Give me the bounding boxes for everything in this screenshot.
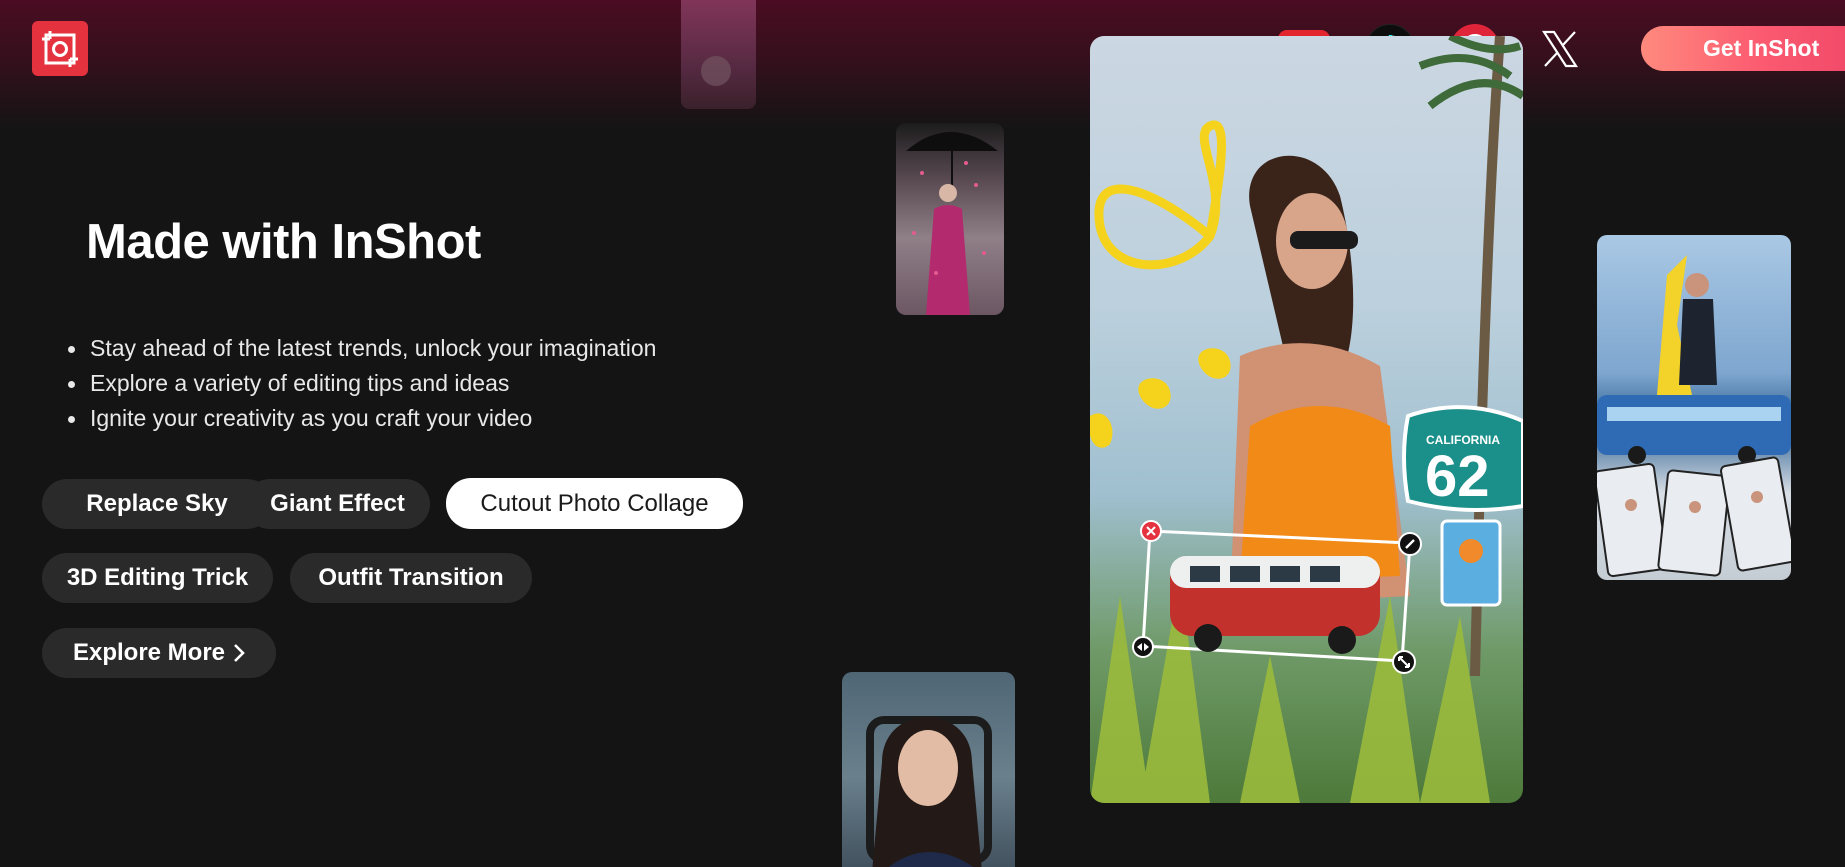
x-icon[interactable] (1535, 24, 1585, 74)
flip-handle-icon[interactable] (1132, 636, 1154, 658)
chevron-right-icon (233, 643, 245, 663)
feature-item: Explore a variety of editing tips and id… (66, 366, 656, 401)
get-inshot-button[interactable]: Get InShot (1641, 26, 1845, 71)
chip-replace-sky[interactable]: Replace Sky (42, 479, 272, 529)
thumbnail-portrait[interactable] (842, 672, 1015, 867)
chip-giant-effect[interactable]: Giant Effect (245, 479, 430, 529)
explore-more-button[interactable]: Explore More (42, 628, 276, 678)
feature-list: Stay ahead of the latest trends, unlock … (66, 331, 656, 436)
thumbnail-figure (701, 56, 731, 86)
bus-collage-scene (1597, 255, 1791, 578)
portrait-scene (866, 716, 992, 867)
delete-handle-icon[interactable] (1140, 520, 1162, 542)
explore-more-label: Explore More (72, 639, 226, 666)
inshot-logo-icon[interactable] (32, 21, 88, 76)
thumbnail-umbrella[interactable] (896, 123, 1004, 315)
umbrella-scene (906, 132, 998, 315)
featured-scene: CALIFORNIA 62 (1090, 36, 1523, 803)
chip-outfit-transition[interactable]: Outfit Transition (290, 553, 532, 603)
resize-handle-icon[interactable] (1392, 650, 1416, 674)
chip-cutout-photo-collage[interactable]: Cutout Photo Collage (446, 478, 743, 529)
chip-3d-editing-trick[interactable]: 3D Editing Trick (42, 553, 273, 603)
sign-number: 62 (1425, 444, 1490, 509)
edit-handle-icon[interactable] (1398, 532, 1422, 556)
thumbnail-top[interactable] (681, 0, 756, 109)
featured-video-preview[interactable]: CALIFORNIA 62 (1090, 36, 1523, 803)
feature-item: Stay ahead of the latest trends, unlock … (66, 331, 656, 366)
thumbnail-bus-collage[interactable] (1597, 235, 1791, 580)
feature-item: Ignite your creativity as you craft your… (66, 401, 656, 436)
page-title: Made with InShot (86, 215, 481, 269)
